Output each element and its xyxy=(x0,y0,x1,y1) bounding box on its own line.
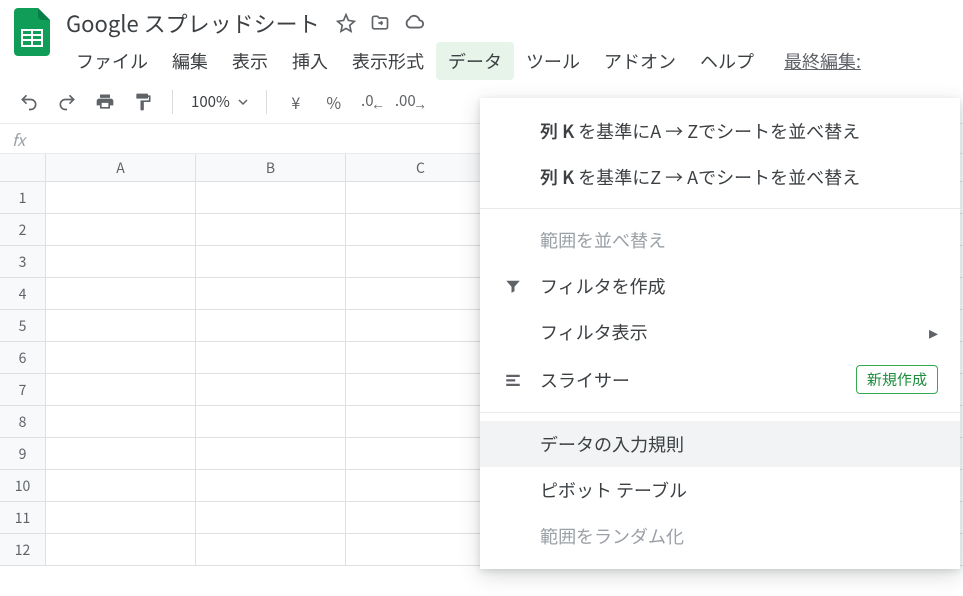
cell[interactable] xyxy=(46,310,196,341)
cell[interactable] xyxy=(46,214,196,245)
menu-filter-view[interactable]: フィルタ表示 ▸ xyxy=(480,309,960,355)
row-header[interactable]: 2 xyxy=(0,214,46,245)
sheets-logo[interactable] xyxy=(8,8,56,56)
cell[interactable] xyxy=(46,502,196,533)
cell[interactable] xyxy=(196,246,346,277)
cell[interactable] xyxy=(46,406,196,437)
menu-divider xyxy=(480,208,960,209)
menu-file[interactable]: ファイル xyxy=(64,42,160,80)
menu-help[interactable]: ヘルプ xyxy=(688,42,766,80)
column-header[interactable]: B xyxy=(196,154,346,181)
cell[interactable] xyxy=(196,470,346,501)
menu-divider xyxy=(480,412,960,413)
row-header[interactable]: 6 xyxy=(0,342,46,373)
menu-edit[interactable]: 編集 xyxy=(160,42,220,80)
cell[interactable] xyxy=(196,438,346,469)
menu-insert[interactable]: 挿入 xyxy=(280,42,340,80)
decrease-decimal-button[interactable]: .0← xyxy=(355,85,389,119)
menu-tools[interactable]: ツール xyxy=(514,42,592,80)
menu-create-filter[interactable]: フィルタを作成 xyxy=(480,263,960,309)
cell[interactable] xyxy=(346,374,496,405)
row-header[interactable]: 12 xyxy=(0,534,46,565)
menu-sort-za[interactable]: 列 K を基準にZ → Aでシートを並べ替え xyxy=(480,154,960,200)
select-all-corner[interactable] xyxy=(0,154,46,181)
cell[interactable] xyxy=(196,278,346,309)
cell[interactable] xyxy=(196,406,346,437)
menu-format[interactable]: 表示形式 xyxy=(340,42,436,80)
cell[interactable] xyxy=(46,470,196,501)
cell[interactable] xyxy=(346,310,496,341)
cell[interactable] xyxy=(46,182,196,213)
cell[interactable] xyxy=(346,470,496,501)
toolbar-separator xyxy=(266,90,267,114)
row-header[interactable]: 5 xyxy=(0,310,46,341)
cell[interactable] xyxy=(346,406,496,437)
cell[interactable] xyxy=(46,342,196,373)
menu-slicer[interactable]: スライサー 新規作成 xyxy=(480,355,960,404)
chevron-down-icon xyxy=(238,97,248,107)
increase-decimal-button[interactable]: .00→ xyxy=(393,85,427,119)
column-header[interactable]: C xyxy=(346,154,496,181)
cell[interactable] xyxy=(196,502,346,533)
menu-randomize-range: 範囲をランダム化 xyxy=(480,513,960,559)
cell[interactable] xyxy=(346,278,496,309)
submenu-arrow-icon: ▸ xyxy=(929,319,938,345)
format-percent-button[interactable]: % xyxy=(317,85,351,119)
cell[interactable] xyxy=(346,502,496,533)
row-header[interactable]: 1 xyxy=(0,182,46,213)
cell[interactable] xyxy=(196,342,346,373)
cell[interactable] xyxy=(46,278,196,309)
row-header[interactable]: 9 xyxy=(0,438,46,469)
menu-data-validation[interactable]: データの入力規則 xyxy=(480,421,960,467)
menubar: ファイル 編集 表示 挿入 表示形式 データ ツール アドオン ヘルプ 最終編集… xyxy=(60,42,955,80)
cell[interactable] xyxy=(196,214,346,245)
cell[interactable] xyxy=(46,534,196,565)
cell[interactable] xyxy=(196,534,346,565)
slicer-icon xyxy=(502,371,524,389)
cell[interactable] xyxy=(46,246,196,277)
cell[interactable] xyxy=(346,534,496,565)
cell[interactable] xyxy=(346,182,496,213)
cell[interactable] xyxy=(196,374,346,405)
cell[interactable] xyxy=(346,438,496,469)
menu-pivot-table[interactable]: ピボット テーブル xyxy=(480,467,960,513)
cloud-status-icon[interactable] xyxy=(400,9,428,37)
cell[interactable] xyxy=(46,438,196,469)
column-header[interactable]: A xyxy=(46,154,196,181)
cell[interactable] xyxy=(46,374,196,405)
redo-button[interactable] xyxy=(50,85,84,119)
cell[interactable] xyxy=(346,342,496,373)
star-icon[interactable] xyxy=(332,9,360,37)
paint-format-button[interactable] xyxy=(126,85,160,119)
cell[interactable] xyxy=(196,182,346,213)
menu-data[interactable]: データ xyxy=(436,42,514,80)
row-header[interactable]: 8 xyxy=(0,406,46,437)
row-header[interactable]: 3 xyxy=(0,246,46,277)
cell[interactable] xyxy=(196,310,346,341)
menu-view[interactable]: 表示 xyxy=(220,42,280,80)
zoom-value: 100% xyxy=(191,91,230,112)
print-button[interactable] xyxy=(88,85,122,119)
row-header[interactable]: 4 xyxy=(0,278,46,309)
document-title[interactable]: Google スプレッドシート xyxy=(60,5,326,41)
undo-button[interactable] xyxy=(12,85,46,119)
new-badge: 新規作成 xyxy=(856,365,938,394)
move-to-folder-icon[interactable] xyxy=(366,9,394,37)
row-header[interactable]: 7 xyxy=(0,374,46,405)
row-header[interactable]: 10 xyxy=(0,470,46,501)
cell[interactable] xyxy=(346,246,496,277)
row-header[interactable]: 11 xyxy=(0,502,46,533)
filter-icon xyxy=(502,277,524,295)
data-menu-dropdown: 列 K を基準にA → Zでシートを並べ替え 列 K を基準にZ → Aでシート… xyxy=(480,98,960,569)
zoom-selector[interactable]: 100% xyxy=(185,91,254,112)
menu-sort-range: 範囲を並べ替え xyxy=(480,217,960,263)
menu-addons[interactable]: アドオン xyxy=(592,42,688,80)
format-currency-button[interactable]: ¥ xyxy=(279,85,313,119)
toolbar-separator xyxy=(172,90,173,114)
menu-sort-az[interactable]: 列 K を基準にA → Zでシートを並べ替え xyxy=(480,108,960,154)
last-edit-link[interactable]: 最終編集: xyxy=(784,48,861,74)
cell[interactable] xyxy=(346,214,496,245)
fx-label: fx xyxy=(12,127,44,151)
